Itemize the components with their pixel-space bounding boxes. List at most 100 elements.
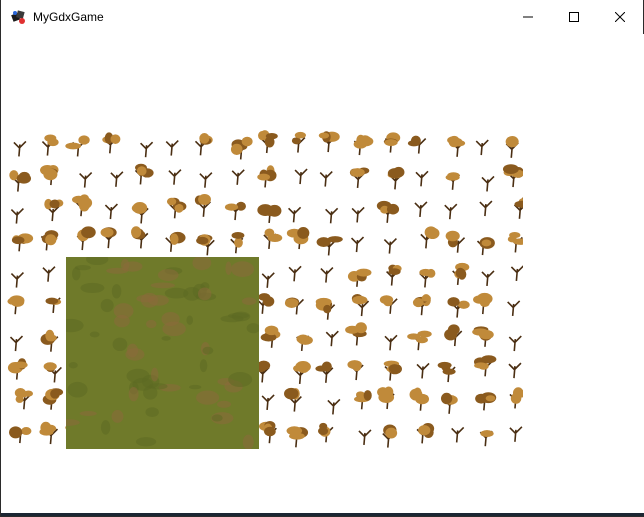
- tree-sprite: [140, 141, 154, 158]
- tree-sprite: [475, 139, 489, 156]
- minimize-icon: [523, 16, 533, 18]
- tree-sprite: [194, 133, 213, 156]
- tree-sprite: [445, 172, 461, 190]
- tree-sprite: [288, 265, 302, 282]
- tree-sprite: [319, 171, 333, 187]
- tree-sprite: [230, 232, 245, 254]
- tree-sprite: [379, 295, 398, 314]
- tree-sprite: [376, 200, 400, 223]
- tree-sprite: [41, 134, 59, 156]
- tree-sprite: [10, 208, 24, 224]
- tree-sprite: [258, 130, 278, 154]
- tree-sprite: [479, 200, 493, 217]
- tree-sprite: [473, 292, 493, 315]
- game-window: MyGdxGame: [0, 0, 644, 517]
- tree-sprite: [42, 388, 64, 410]
- tree-sprite: [473, 355, 497, 377]
- tree-sprite: [349, 167, 370, 189]
- tree-sprite: [507, 232, 523, 253]
- tree-sprite: [11, 233, 34, 252]
- minimize-button[interactable]: [505, 0, 551, 34]
- tree-sprite: [104, 203, 118, 220]
- tree-sprite: [452, 262, 470, 286]
- tree-sprite: [261, 394, 275, 410]
- title-bar[interactable]: MyGdxGame: [1, 0, 643, 34]
- tree-sprite: [508, 362, 522, 379]
- tree-sprite: [263, 228, 283, 249]
- tree-sprite: [508, 335, 522, 352]
- tree-sprite: [102, 132, 121, 154]
- tree-sprite: [44, 198, 64, 222]
- tree-sprite: [165, 140, 179, 156]
- tree-sprite: [502, 164, 523, 188]
- tree-sprite: [444, 324, 463, 347]
- tree-sprite: [131, 201, 149, 224]
- tree-sprite: [325, 330, 339, 347]
- taskbar-edge: [1, 513, 644, 516]
- tree-sprite: [382, 424, 398, 448]
- close-button[interactable]: [597, 0, 643, 34]
- tree-sprite: [412, 294, 431, 316]
- tree-sprite: [284, 387, 302, 412]
- tree-sprite: [315, 361, 334, 383]
- tree-sprite: [513, 197, 523, 219]
- tree-sprite: [351, 206, 365, 223]
- tree-sprite: [347, 268, 372, 287]
- tree-sprite: [387, 166, 405, 190]
- tree-sprite: [509, 387, 523, 409]
- tree-sprite: [383, 360, 402, 381]
- tree-sprite: [420, 226, 440, 249]
- tree-sprite: [383, 238, 397, 254]
- tree-sprite: [9, 426, 32, 444]
- tree-sprite: [316, 236, 343, 256]
- tree-sprite: [416, 423, 435, 444]
- tree-sprite: [347, 360, 364, 381]
- tree-sprite: [419, 268, 436, 288]
- tree-sprite: [407, 135, 427, 154]
- tree-sprite: [165, 231, 186, 252]
- tree-sprite: [481, 270, 495, 286]
- tree-sprite: [40, 329, 59, 352]
- tree-sprite: [345, 322, 367, 346]
- tree-sprite: [327, 398, 341, 415]
- tree-sprite: [479, 430, 494, 447]
- tree-sprite: [505, 136, 519, 158]
- tree-sprite: [9, 170, 32, 192]
- tree-sprite: [284, 297, 305, 315]
- tree-sprite: [10, 271, 24, 288]
- tree-sprite: [414, 201, 428, 218]
- tree-sprite: [509, 426, 523, 442]
- tree-sprite: [447, 297, 470, 318]
- tree-sprite: [294, 168, 308, 185]
- tree-sprite: [42, 266, 56, 282]
- tree-sprite: [415, 170, 429, 187]
- tree-sprite: [257, 204, 282, 224]
- tree-sprite: [320, 266, 334, 283]
- tree-sprite: [472, 326, 494, 347]
- tree-sprite: [451, 426, 465, 443]
- tree-sprite: [286, 426, 309, 448]
- tree-sprite: [71, 194, 93, 217]
- tree-sprite: [315, 297, 336, 320]
- maximize-button[interactable]: [551, 0, 597, 34]
- tree-sprite: [291, 131, 306, 153]
- tree-sprite: [65, 135, 90, 157]
- tree-sprite: [286, 227, 310, 250]
- window-title: MyGdxGame: [33, 10, 104, 24]
- tree-sprite: [9, 335, 24, 352]
- maximize-icon: [569, 12, 579, 22]
- tree-sprite: [407, 330, 432, 351]
- tree-sprite: [199, 172, 213, 188]
- tree-sprite: [481, 175, 495, 192]
- close-icon: [615, 12, 625, 22]
- tree-sprite: [76, 226, 96, 251]
- tree-sprite: [194, 193, 211, 217]
- tree-sprite: [383, 132, 401, 153]
- tree-sprite: [416, 362, 430, 379]
- tree-sprite: [325, 207, 339, 224]
- tree-sprite: [476, 237, 495, 256]
- tree-sprite: [231, 169, 245, 185]
- tree-sprite: [510, 265, 523, 281]
- tree-sprite: [7, 358, 28, 380]
- app-icon: [11, 9, 27, 25]
